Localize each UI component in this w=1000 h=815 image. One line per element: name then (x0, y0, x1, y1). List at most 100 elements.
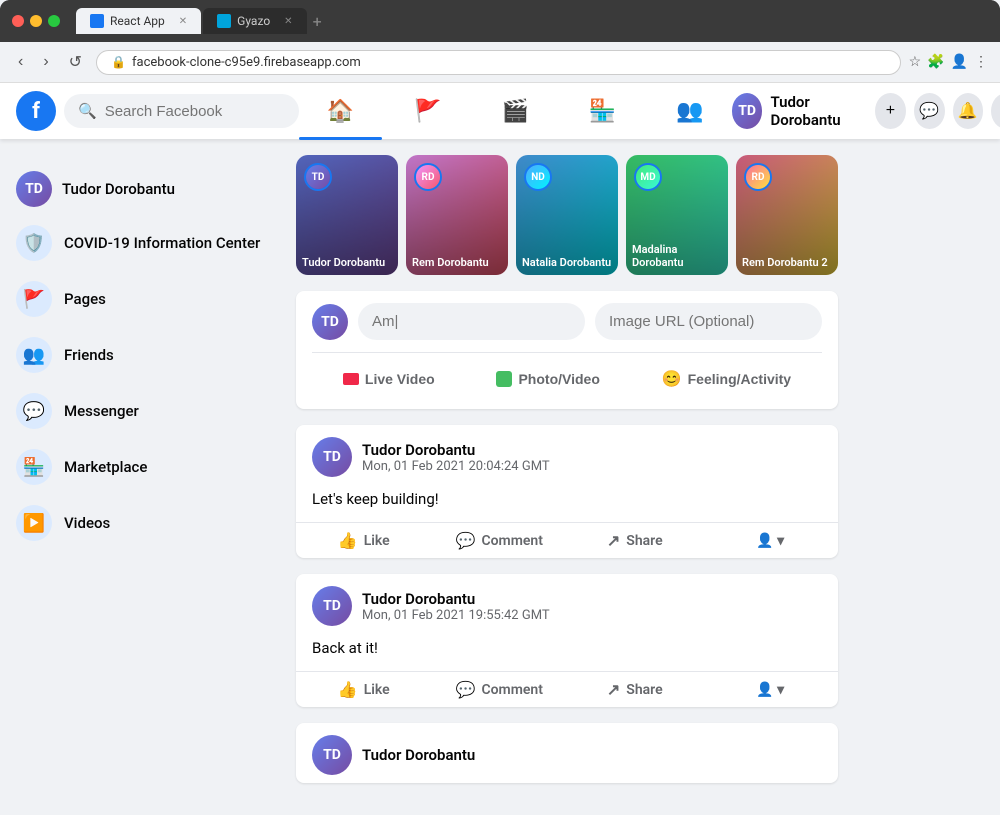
sidebar-label-covid: COVID-19 Information Center (64, 234, 260, 252)
sidebar-user-profile[interactable]: TD Tudor Dorobantu (8, 163, 272, 215)
tab-close-react-app[interactable]: ✕ (179, 16, 187, 27)
chevron-button[interactable]: ▾ (991, 93, 1000, 129)
minimize-window-button[interactable] (30, 15, 42, 27)
story-name-2: Rem Dorobantu (412, 256, 502, 269)
post-2-comment-button[interactable]: 💬 Comment (432, 672, 568, 707)
nav-watch[interactable]: 🎬 (474, 91, 557, 132)
stories-row: TD Tudor Dorobantu RD Rem Dorobantu (296, 155, 838, 275)
like-icon-2: 👍 (338, 680, 358, 699)
story-5[interactable]: RD Rem Dorobantu 2 (736, 155, 838, 275)
post-2-privacy-button[interactable]: 👤 ▾ (703, 674, 839, 706)
forward-button[interactable]: › (37, 49, 54, 75)
close-window-button[interactable] (12, 15, 24, 27)
tab-react-app[interactable]: React App ✕ (76, 8, 201, 34)
like-label-1: Like (364, 533, 390, 549)
tab-gyazo[interactable]: Gyazo ✕ (203, 8, 306, 34)
tab-label-gyazo: Gyazo (237, 14, 270, 28)
search-bar[interactable]: 🔍 (64, 94, 299, 128)
comment-icon-2: 💬 (456, 680, 476, 699)
story-2[interactable]: RD Rem Dorobantu (406, 155, 508, 275)
tab-close-gyazo[interactable]: ✕ (284, 16, 292, 27)
post-creator-avatar: TD (312, 304, 348, 340)
browser-toolbar: ‹ › ↺ 🔒 facebook-clone-c95e9.firebaseapp… (0, 42, 1000, 83)
extensions-icon[interactable]: 🧩 (927, 54, 944, 70)
like-label-2: Like (364, 682, 390, 698)
sidebar-avatar-placeholder: TD (16, 171, 52, 207)
back-button[interactable]: ‹ (12, 49, 29, 75)
post-2-avatar: TD (312, 586, 352, 626)
story-avatar-4: MD (634, 163, 662, 191)
sidebar-user-avatar: TD (16, 171, 52, 207)
post-1-author: Tudor Dorobantu (362, 441, 550, 459)
nav-marketplace[interactable]: 🏪 (561, 91, 644, 132)
sidebar-item-pages[interactable]: 🚩 Pages (8, 271, 272, 327)
add-button[interactable]: + (875, 93, 906, 129)
feeling-label: Feeling/Activity (688, 371, 791, 387)
post-2-meta: Tudor Dorobantu Mon, 01 Feb 2021 19:55:4… (362, 590, 550, 623)
address-text: facebook-clone-c95e9.firebaseapp.com (132, 55, 361, 70)
messenger-button[interactable]: 💬 (914, 93, 945, 129)
new-tab-button[interactable]: + (313, 12, 322, 31)
post-1-avatar-placeholder: TD (312, 437, 352, 477)
sidebar-label-pages: Pages (64, 290, 106, 308)
sidebar-item-covid[interactable]: 🛡️ COVID-19 Information Center (8, 215, 272, 271)
sidebar-item-friends[interactable]: 👥 Friends (8, 327, 272, 383)
sidebar-item-videos[interactable]: ▶️ Videos (8, 495, 272, 551)
post-1-footer: 👍 Like 💬 Comment ↗ Share 👤 ▾ (296, 522, 838, 558)
toolbar-actions: ☆ 🧩 👤 ⋮ (909, 54, 988, 70)
groups-icon: 👥 (676, 99, 703, 124)
story-1[interactable]: TD Tudor Dorobantu (296, 155, 398, 275)
address-bar[interactable]: 🔒 facebook-clone-c95e9.firebaseapp.com (96, 50, 901, 75)
tab-label-react-app: React App (110, 14, 165, 28)
nav-flag[interactable]: 🚩 (386, 91, 469, 132)
story-3[interactable]: ND Natalia Dorobantu (516, 155, 618, 275)
feeling-button[interactable]: 😊 Feeling/Activity (650, 361, 803, 397)
post-3-avatar-placeholder: TD (312, 735, 352, 775)
bookmark-icon[interactable]: ☆ (909, 54, 922, 70)
like-icon: 👍 (338, 531, 358, 550)
search-icon: 🔍 (78, 102, 97, 120)
sidebar-item-marketplace[interactable]: 🏪 Marketplace (8, 439, 272, 495)
post-2-like-button[interactable]: 👍 Like (296, 672, 432, 707)
post-3-header: TD Tudor Dorobantu (296, 723, 838, 783)
post-1-privacy-button[interactable]: 👤 ▾ (703, 525, 839, 557)
pages-icon: 🚩 (16, 281, 52, 317)
story-avatar-placeholder-2: RD (416, 165, 440, 189)
story-avatar-placeholder-5: RD (746, 165, 770, 189)
post-2-footer: 👍 Like 💬 Comment ↗ Share 👤 ▾ (296, 671, 838, 707)
story-name-1: Tudor Dorobantu (302, 256, 392, 269)
feeling-icon: 😊 (662, 369, 682, 389)
photo-icon (496, 371, 512, 387)
sidebar-item-messenger[interactable]: 💬 Messenger (8, 383, 272, 439)
user-avatar-nav[interactable]: TD (732, 93, 763, 129)
nav-groups[interactable]: 👥 (648, 91, 731, 132)
post-1: TD Tudor Dorobantu Mon, 01 Feb 2021 20:0… (296, 425, 838, 558)
live-video-button[interactable]: Live Video (331, 361, 447, 397)
story-4[interactable]: MD Madalina Dorobantu (626, 155, 728, 275)
post-2-share-button[interactable]: ↗ Share (567, 672, 703, 707)
search-input[interactable] (105, 103, 285, 120)
nav-home[interactable]: 🏠 (299, 91, 382, 132)
post-1-share-button[interactable]: ↗ Share (567, 523, 703, 558)
photo-video-button[interactable]: Photo/Video (484, 361, 611, 397)
post-1-comment-button[interactable]: 💬 Comment (432, 523, 568, 558)
share-label-2: Share (626, 682, 662, 698)
post-3-author: Tudor Dorobantu (362, 746, 475, 764)
post-2-avatar-placeholder: TD (312, 586, 352, 626)
avatar-placeholder: TD (732, 93, 763, 129)
maximize-window-button[interactable] (48, 15, 60, 27)
post-1-avatar: TD (312, 437, 352, 477)
reload-button[interactable]: ↺ (63, 48, 88, 76)
post-image-url-input[interactable] (595, 303, 822, 340)
notifications-button[interactable]: 🔔 (953, 93, 984, 129)
covid-icon: 🛡️ (16, 225, 52, 261)
feed: TD Tudor Dorobantu RD Rem Dorobantu (280, 155, 854, 799)
story-name-4: Madalina Dorobantu (632, 243, 722, 269)
post-2-author: Tudor Dorobantu (362, 590, 550, 608)
menu-icon[interactable]: ⋮ (974, 54, 988, 70)
comment-label-1: Comment (481, 533, 542, 549)
post-text-input[interactable] (358, 303, 585, 340)
profile-icon[interactable]: 👤 (951, 54, 968, 70)
post-1-header: TD Tudor Dorobantu Mon, 01 Feb 2021 20:0… (296, 425, 838, 489)
post-1-like-button[interactable]: 👍 Like (296, 523, 432, 558)
